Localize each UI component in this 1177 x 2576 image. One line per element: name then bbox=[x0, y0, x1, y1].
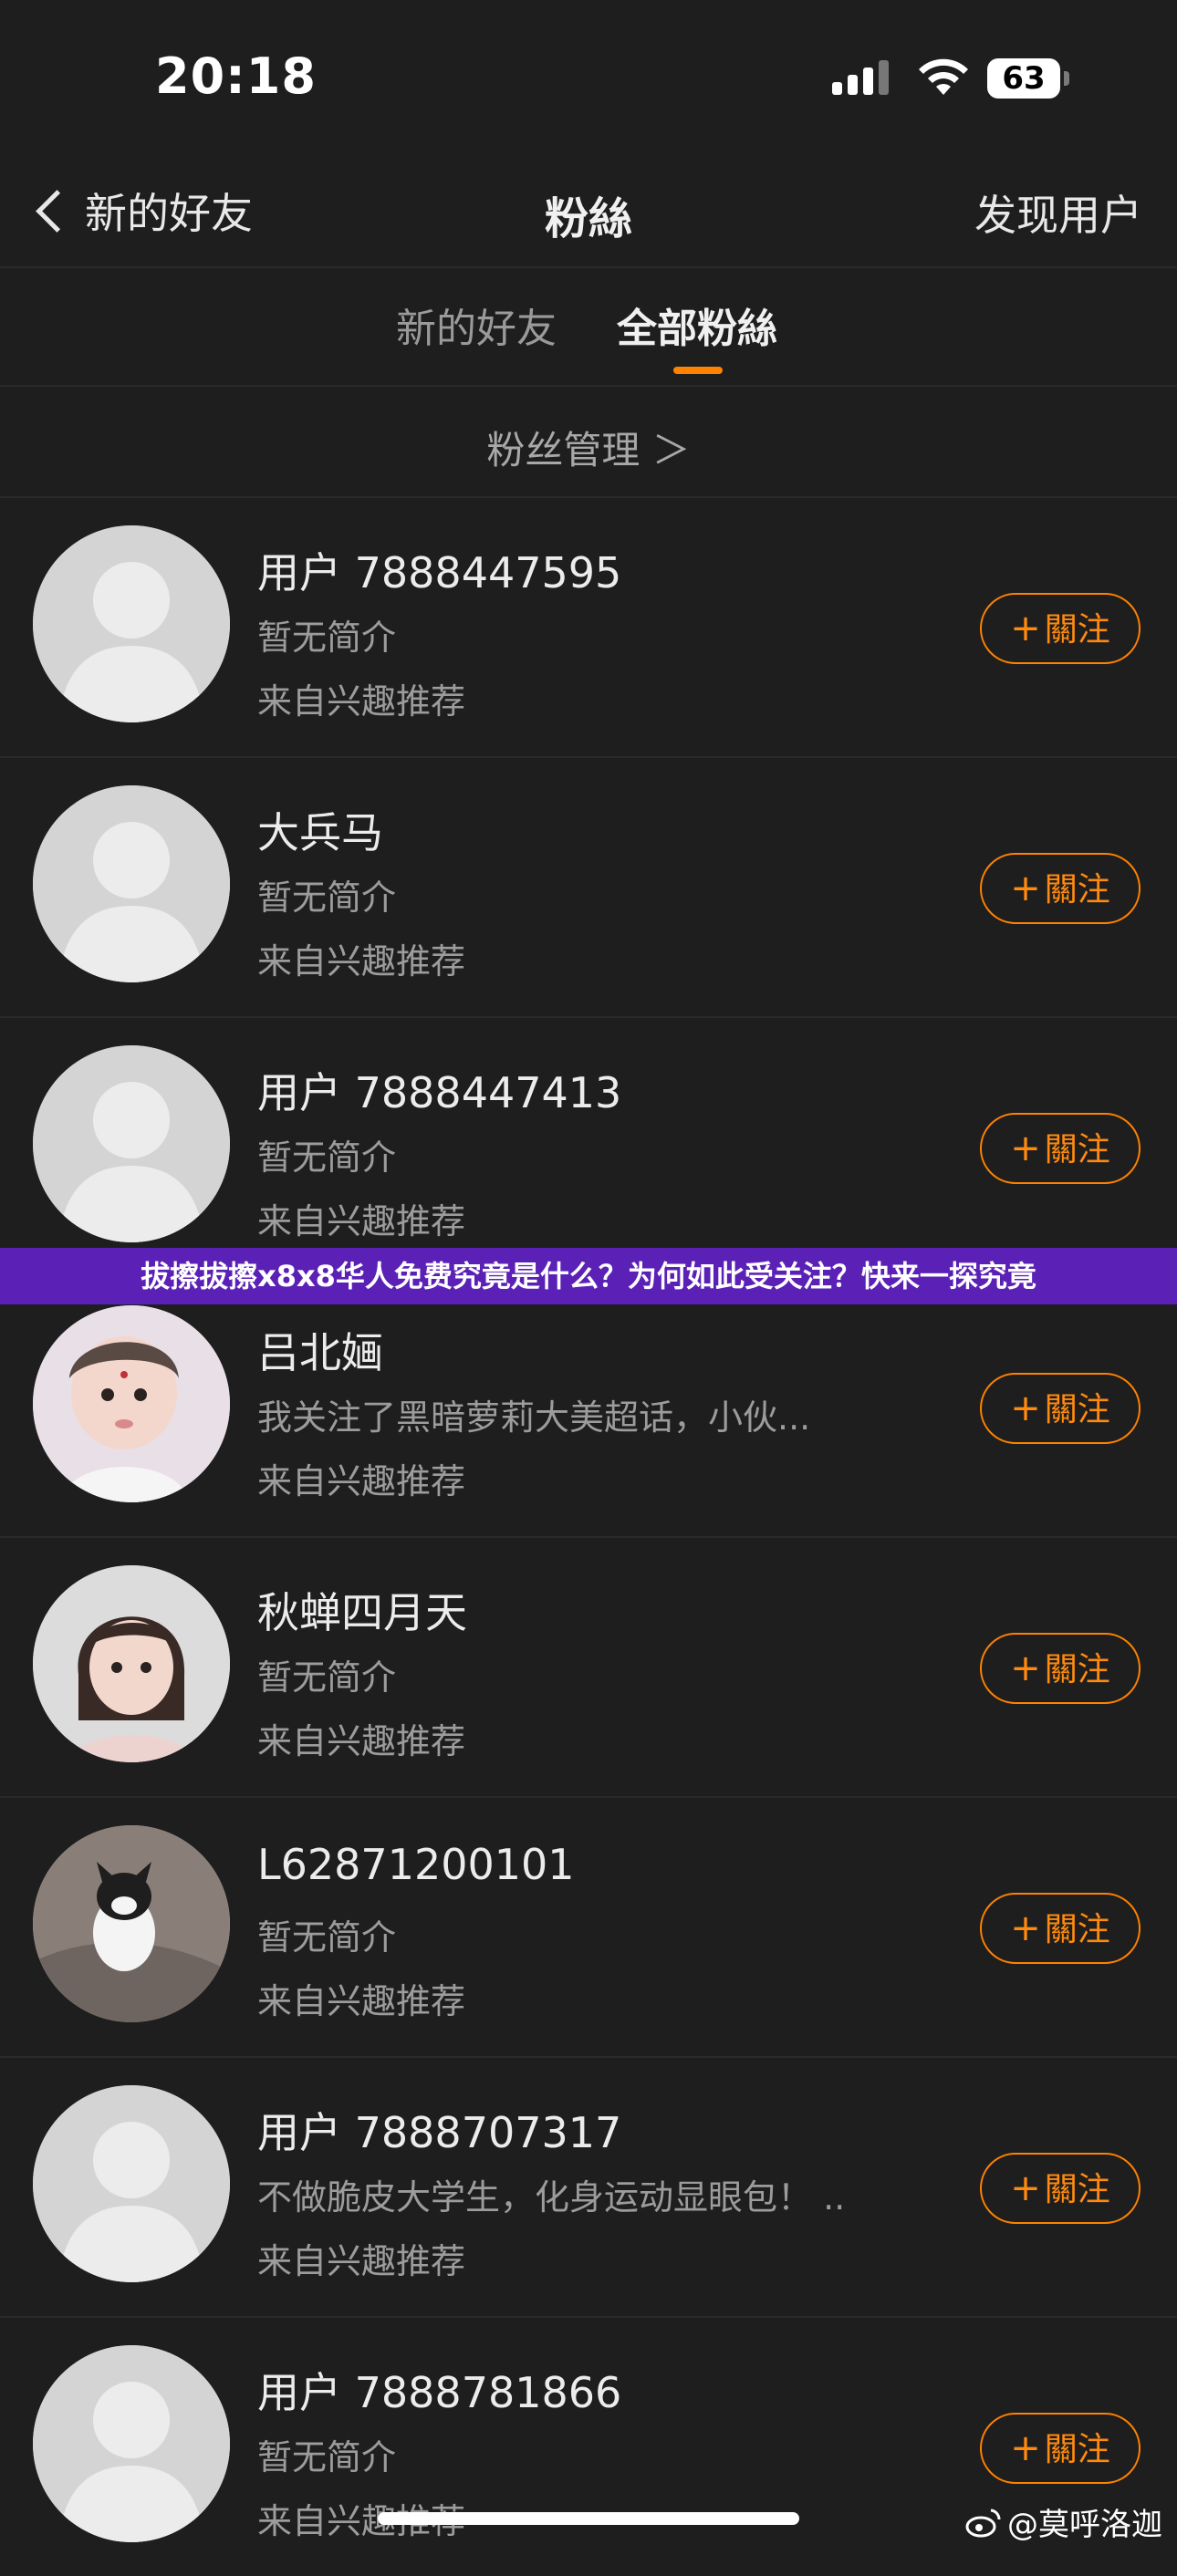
tab-new-friends[interactable]: 新的好友 bbox=[396, 296, 557, 354]
tab-all-fans[interactable]: 全部粉絲 bbox=[617, 296, 777, 354]
default-avatar[interactable] bbox=[33, 2345, 230, 2542]
list-item[interactable]: 用户 7888447595 暂无简介 来自兴趣推荐 + 關注 bbox=[0, 498, 1177, 758]
user-source: 来自兴趣推荐 bbox=[257, 2241, 466, 2281]
watermark: @莫呼洛迦 bbox=[965, 2499, 1162, 2544]
plus-icon: + bbox=[1010, 1907, 1041, 1949]
follow-label: 關注 bbox=[1044, 1131, 1110, 1169]
plus-icon: + bbox=[1010, 1647, 1041, 1689]
follow-label: 關注 bbox=[1044, 1911, 1110, 1948]
status-time: 20:18 bbox=[155, 47, 317, 105]
battery-icon: 63 bbox=[987, 58, 1060, 99]
follow-label: 關注 bbox=[1044, 871, 1110, 909]
follow-button[interactable]: + 關注 bbox=[980, 1633, 1141, 1704]
discover-users-link[interactable]: 发现用户 bbox=[974, 182, 1142, 243]
tab-bar: 新的好友 全部粉絲 bbox=[0, 268, 1177, 387]
follow-label: 關注 bbox=[1044, 2431, 1110, 2468]
follow-button[interactable]: + 關注 bbox=[980, 853, 1141, 924]
list-item[interactable]: 用户 7888447413 暂无简介 来自兴趣推荐 + 關注 bbox=[0, 1018, 1177, 1278]
fan-management-label: 粉丝管理 ＞ bbox=[486, 428, 691, 473]
user-bio: 暂无简介 bbox=[257, 878, 397, 918]
plus-icon: + bbox=[1010, 2167, 1041, 2209]
plus-icon: + bbox=[1010, 1127, 1041, 1169]
follow-button[interactable]: + 關注 bbox=[980, 593, 1141, 664]
follow-button[interactable]: + 關注 bbox=[980, 1113, 1141, 1184]
follow-label: 關注 bbox=[1044, 1651, 1110, 1688]
list-item[interactable]: 用户 7888707317 不做脆皮大学生，化身运动显眼包！ .. 来自兴趣推荐… bbox=[0, 2058, 1177, 2318]
list-item[interactable]: 吕北婳 我关注了黑暗萝莉大美超话，小伙... 来自兴趣推荐 + 關注 bbox=[0, 1278, 1177, 1538]
user-bio: 不做脆皮大学生，化身运动显眼包！ .. bbox=[257, 2177, 846, 2218]
user-name[interactable]: L62871200101 bbox=[257, 1840, 575, 1889]
weibo-icon bbox=[965, 2508, 1001, 2537]
plus-icon: + bbox=[1010, 1387, 1041, 1429]
user-source: 来自兴趣推荐 bbox=[257, 681, 466, 722]
follow-button[interactable]: + 關注 bbox=[980, 1893, 1141, 1964]
default-avatar[interactable] bbox=[33, 1045, 230, 1242]
plus-icon: + bbox=[1010, 608, 1041, 649]
default-avatar[interactable] bbox=[33, 2085, 230, 2282]
user-source: 来自兴趣推荐 bbox=[257, 1981, 466, 2021]
fan-management-link[interactable]: 粉丝管理 ＞ bbox=[0, 387, 1177, 498]
status-bar: 20:18 63 bbox=[0, 0, 1177, 155]
nav-bar: 新的好友 粉絲 发现用户 bbox=[0, 155, 1177, 268]
user-name[interactable]: 用户 7888781866 bbox=[257, 2360, 621, 2420]
user-bio: 暂无简介 bbox=[257, 1657, 397, 1698]
user-bio: 我关注了黑暗萝莉大美超话，小伙... bbox=[257, 1397, 811, 1438]
user-bio: 暂无简介 bbox=[257, 1137, 397, 1178]
overlay-banner[interactable]: 拔擦拔擦x8x8华人免费究竟是什么？为何如此受关注？快来一探究竟 bbox=[0, 1248, 1177, 1304]
user-name[interactable]: 秋蝉四月天 bbox=[257, 1580, 467, 1640]
user-source: 来自兴趣推荐 bbox=[257, 941, 466, 982]
user-name[interactable]: 用户 7888447413 bbox=[257, 1060, 621, 1120]
cellular-signal-icon bbox=[832, 60, 894, 95]
cat-photo-avatar[interactable] bbox=[33, 1825, 230, 2022]
user-bio: 暂无简介 bbox=[257, 618, 397, 658]
user-name[interactable]: 大兵马 bbox=[257, 800, 383, 860]
follow-button[interactable]: + 關注 bbox=[980, 1373, 1141, 1444]
user-name[interactable]: 用户 7888707317 bbox=[257, 2100, 621, 2160]
follow-button[interactable]: + 關注 bbox=[980, 2153, 1141, 2224]
list-item[interactable]: 大兵马 暂无简介 来自兴趣推荐 + 關注 bbox=[0, 758, 1177, 1018]
list-item[interactable]: L62871200101 暂无简介 来自兴趣推荐 + 關注 bbox=[0, 1798, 1177, 2058]
default-avatar[interactable] bbox=[33, 525, 230, 722]
follow-label: 關注 bbox=[1044, 2171, 1110, 2208]
list-item[interactable]: 秋蝉四月天 暂无简介 来自兴趣推荐 + 關注 bbox=[0, 1538, 1177, 1798]
follow-label: 關注 bbox=[1044, 611, 1110, 649]
user-source: 来自兴趣推荐 bbox=[257, 1201, 466, 1241]
user-bio: 暂无简介 bbox=[257, 2437, 397, 2477]
user-source: 来自兴趣推荐 bbox=[257, 1721, 466, 1761]
follow-label: 關注 bbox=[1044, 1391, 1110, 1428]
active-tab-indicator bbox=[673, 367, 723, 374]
default-avatar[interactable] bbox=[33, 785, 230, 982]
wifi-icon bbox=[916, 57, 971, 100]
fans-list: 用户 7888447595 暂无简介 来自兴趣推荐 + 關注 大兵马 暂无简介 来… bbox=[0, 498, 1177, 2576]
baby-photo-avatar[interactable] bbox=[33, 1305, 230, 1502]
user-name[interactable]: 吕北婳 bbox=[257, 1320, 383, 1380]
user-bio: 暂无简介 bbox=[257, 1917, 397, 1958]
plus-icon: + bbox=[1010, 2427, 1041, 2469]
home-indicator[interactable] bbox=[378, 2512, 799, 2525]
plus-icon: + bbox=[1010, 867, 1041, 909]
watermark-text: @莫呼洛迦 bbox=[1007, 2507, 1162, 2543]
user-name[interactable]: 用户 7888447595 bbox=[257, 540, 621, 600]
user-source: 来自兴趣推荐 bbox=[257, 1461, 466, 1501]
follow-button[interactable]: + 關注 bbox=[980, 2413, 1141, 2484]
battery-tip bbox=[1064, 71, 1069, 86]
girl-photo-avatar[interactable] bbox=[33, 1565, 230, 1762]
